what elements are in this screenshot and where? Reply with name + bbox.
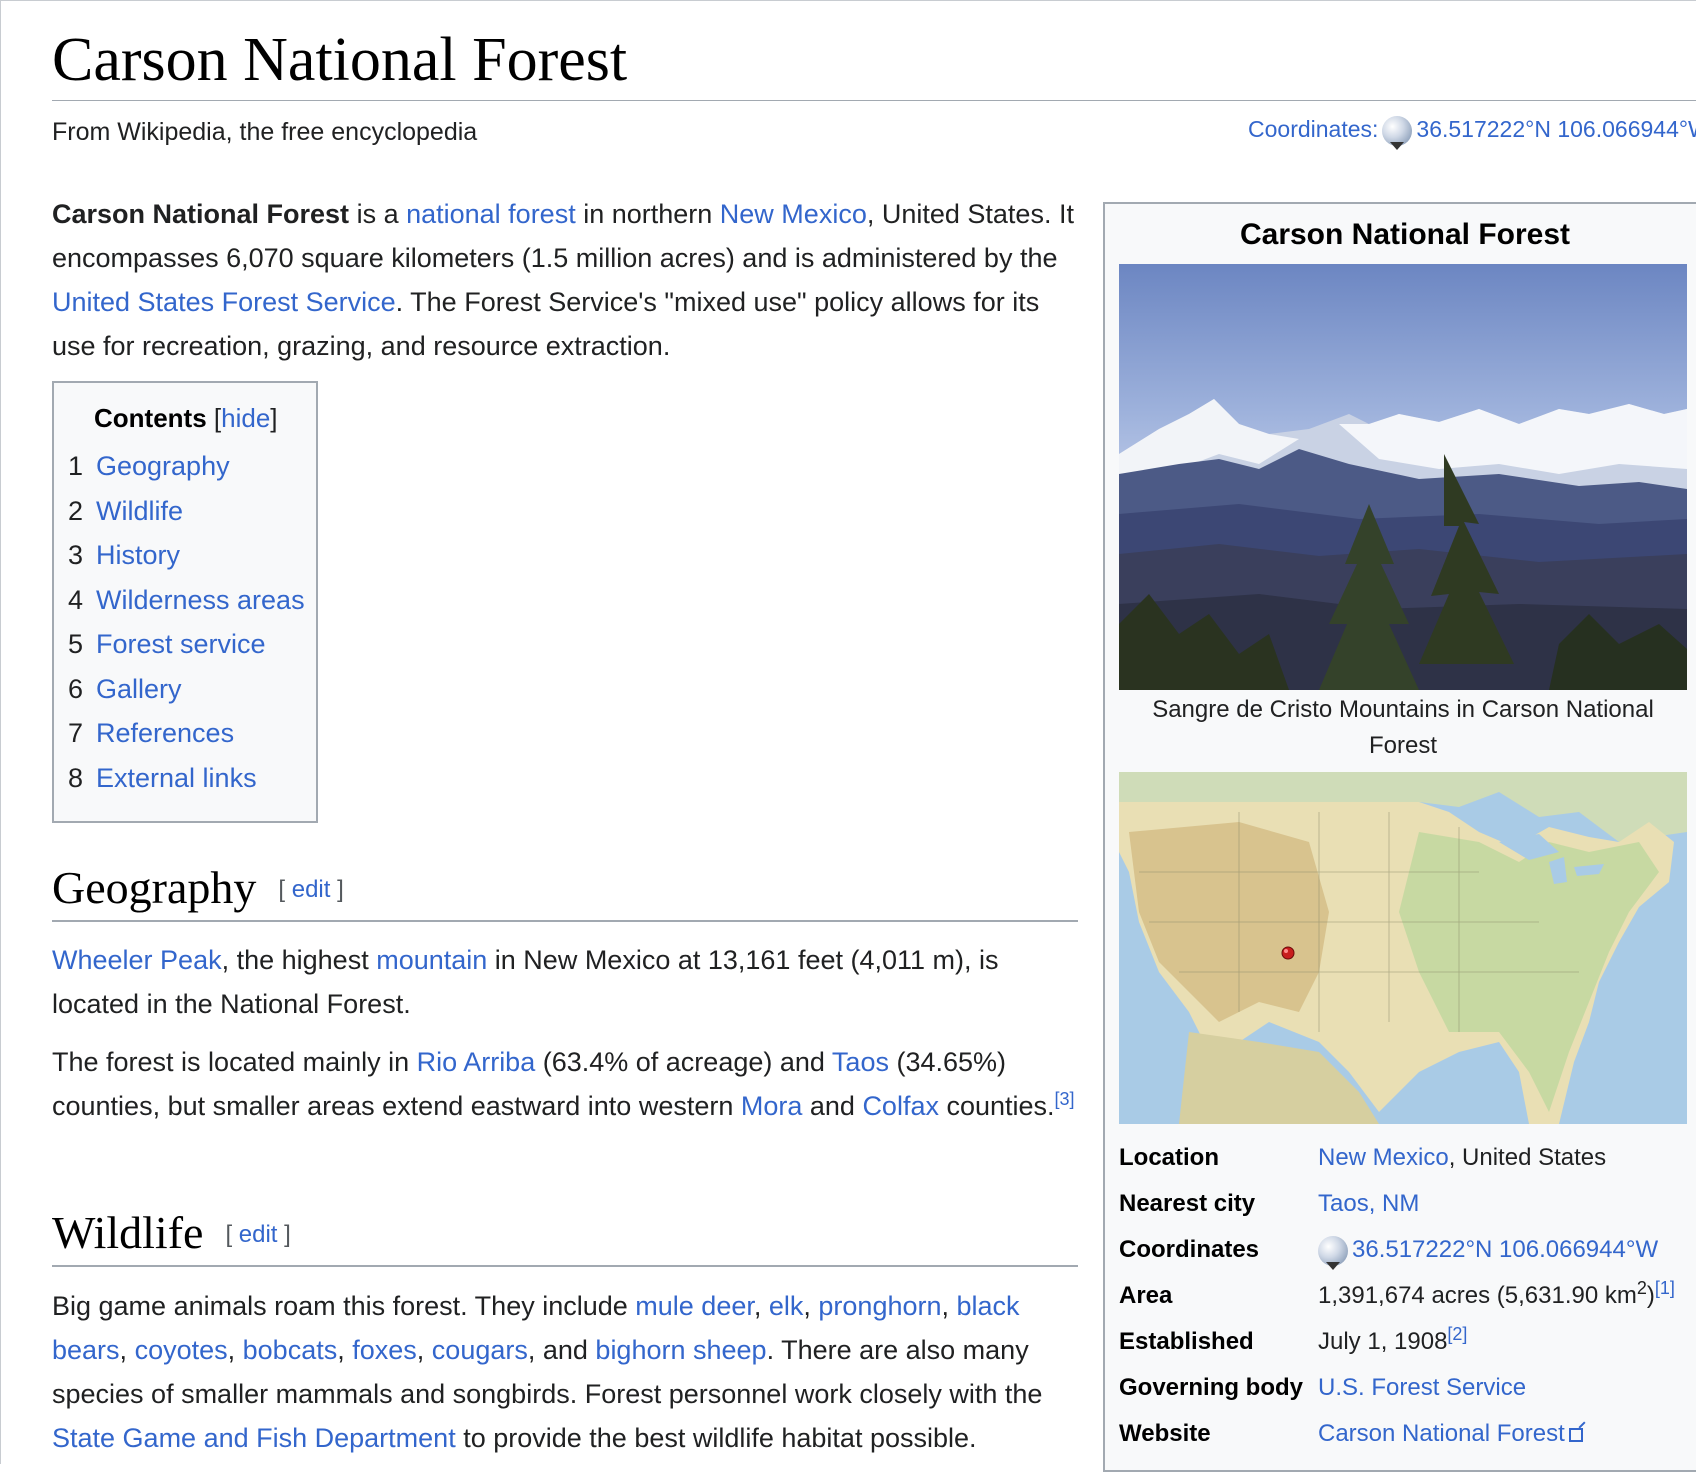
infobox-image-caption: Sangre de Cristo Mountains in Carson Nat… <box>1152 696 1654 759</box>
toc-list: 1 Geography 2 Wildlife 3 History 4 Wildernes… <box>68 451 305 807</box>
link-state-game-and-fish[interactable]: State Game and Fish Department <box>52 1423 456 1453</box>
infobox-row-location: Location New Mexico, United States <box>1119 1144 1607 1171</box>
link-pronghorn[interactable]: pronghorn <box>818 1291 941 1321</box>
infobox-website-link[interactable]: Carson National Forest <box>1318 1420 1565 1447</box>
geography-heading: Geography[ edit ] <box>52 860 1078 922</box>
left-border <box>0 0 6 1464</box>
location-map[interactable] <box>1119 772 1687 1124</box>
toc-item-forest-service[interactable]: 5 Forest service <box>68 629 305 674</box>
toc-item-external-links[interactable]: 8 External links <box>68 763 305 808</box>
toc-item-wildlife[interactable]: 2 Wildlife <box>68 496 305 541</box>
infobox-link-us-forest-service[interactable]: U.S. Forest Service <box>1318 1374 1526 1401</box>
coordinates-top: Coordinates: 36.517222°N 106.066944°W <box>1248 116 1696 150</box>
infobox-link-taos[interactable]: Taos, NM <box>1318 1190 1419 1217</box>
toc-hide-link[interactable]: hide <box>221 403 270 433</box>
infobox-row-website: Website Carson National Forest <box>1119 1414 1696 1454</box>
infobox-row-governing-body: Governing body U.S. Forest Service <box>1119 1374 1527 1401</box>
top-border <box>0 0 1696 4</box>
link-mountain[interactable]: mountain <box>376 945 487 975</box>
reference-1[interactable]: [1] <box>1655 1278 1675 1298</box>
toc-item-wilderness-areas[interactable]: 4 Wilderness areas <box>68 585 305 630</box>
link-elk[interactable]: elk <box>769 1291 804 1321</box>
globe-icon[interactable] <box>1318 1235 1348 1270</box>
infobox: Carson National Forest Sangre de Cristo … <box>1103 202 1696 1472</box>
infobox-row-nearest-city: Nearest city Taos, NM <box>1119 1190 1420 1217</box>
reference-2[interactable]: [2] <box>1447 1324 1467 1344</box>
infobox-link-new-mexico[interactable]: New Mexico <box>1318 1144 1449 1171</box>
link-mora[interactable]: Mora <box>741 1091 803 1121</box>
intro-paragraph: Carson National Forest is a national for… <box>52 199 1074 361</box>
wildlife-heading: Wildlife[ edit ] <box>52 1205 1078 1267</box>
wildlife-edit-link[interactable]: edit <box>239 1221 278 1248</box>
title-divider <box>52 100 1696 101</box>
toc-item-history[interactable]: 3 History <box>68 540 305 585</box>
link-new-mexico[interactable]: New Mexico <box>720 199 867 229</box>
wildlife-edit: [ edit ] <box>225 1221 291 1248</box>
page-title: Carson National Forest <box>52 26 628 94</box>
reference-3[interactable]: [3] <box>1055 1089 1075 1109</box>
site-tagline: From Wikipedia, the free encyclopedia <box>52 118 478 146</box>
us-location-map <box>1119 772 1687 1124</box>
geography-edit: [ edit ] <box>278 876 344 903</box>
link-cougars[interactable]: cougars <box>432 1335 528 1365</box>
geography-edit-link[interactable]: edit <box>292 876 331 903</box>
geography-paragraph-1: Wheeler Peak, the highest mountain in Ne… <box>52 945 999 1019</box>
link-us-forest-service[interactable]: United States Forest Service <box>52 287 396 317</box>
wildlife-paragraph-1: Big game animals roam this forest. They … <box>52 1291 1043 1453</box>
toc-heading: Contents [hide] <box>94 403 278 433</box>
link-bighorn-sheep[interactable]: bighorn sheep <box>595 1335 766 1365</box>
link-colfax[interactable]: Colfax <box>862 1091 939 1121</box>
coordinates-top-link[interactable]: 36.517222°N 106.066944°W <box>1416 116 1696 142</box>
link-mule-deer[interactable]: mule deer <box>635 1291 754 1321</box>
coordinates-label[interactable]: Coordinates: <box>1248 116 1378 142</box>
toc-item-geography[interactable]: 1 Geography <box>68 451 305 496</box>
infobox-row-coordinates: Coordinates 36.517222°N 106.066944°W <box>1119 1230 1696 1270</box>
infobox-title: Carson National Forest <box>1239 218 1571 251</box>
link-taos[interactable]: Taos <box>832 1047 889 1077</box>
globe-icon[interactable] <box>1382 116 1413 150</box>
infobox-photo[interactable] <box>1119 264 1687 690</box>
link-rio-arriba[interactable]: Rio Arriba <box>417 1047 536 1077</box>
geography-paragraph-2: The forest is located mainly in Rio Arri… <box>52 1047 1075 1121</box>
toc-item-references[interactable]: 7 References <box>68 718 305 763</box>
link-foxes[interactable]: foxes <box>352 1335 417 1365</box>
external-link-icon[interactable] <box>1568 1427 1583 1442</box>
mountain-photo-image <box>1119 264 1687 690</box>
infobox-coordinates-link[interactable]: 36.517222°N 106.066944°W <box>1352 1236 1658 1263</box>
link-coyotes[interactable]: coyotes <box>135 1335 228 1365</box>
link-national-forest[interactable]: national forest <box>406 199 576 229</box>
link-wheeler-peak[interactable]: Wheeler Peak <box>52 945 222 975</box>
toc-item-gallery[interactable]: 6 Gallery <box>68 674 305 719</box>
infobox-row-area: Area 1,391,674 acres (5,631.90 km2)[1] <box>1119 1278 1675 1309</box>
link-bobcats[interactable]: bobcats <box>243 1335 338 1365</box>
table-of-contents: Contents [hide] 1 Geography 2 Wildlife 3 Hi… <box>52 381 318 823</box>
infobox-row-established: Established July 1, 1908[2] <box>1119 1324 1468 1355</box>
intro-bold-title: Carson National Forest <box>52 199 350 229</box>
